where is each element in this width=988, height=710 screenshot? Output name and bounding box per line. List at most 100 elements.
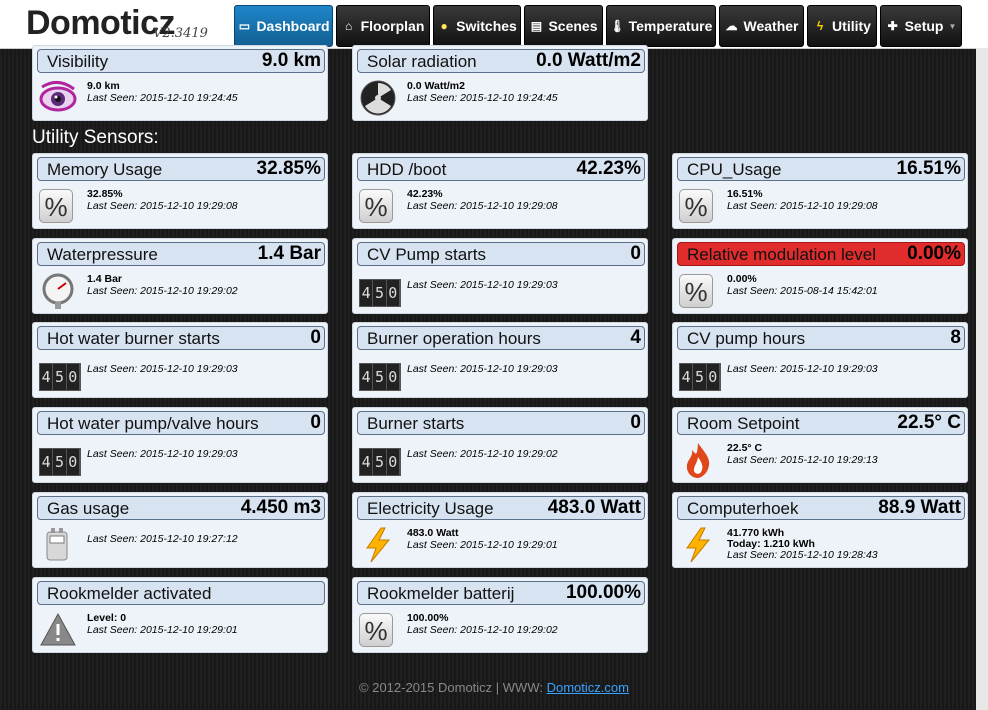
nav-scenes[interactable]: ▤ Scenes: [524, 5, 603, 47]
device-data: 0.00%: [727, 273, 757, 285]
nav-temperature[interactable]: 🌡 Temperature: [606, 5, 716, 47]
last-seen: Last Seen: 2015-12-10 19:29:03: [407, 279, 558, 291]
percent-icon: %: [359, 187, 397, 225]
last-seen: Last Seen: 2015-12-10 19:29:03: [727, 363, 878, 375]
card-header: Relative modulation level 0.00%: [677, 242, 965, 266]
device-value: 9.0 km: [261, 50, 321, 71]
card-header: Visibility 9.0 km: [37, 49, 325, 73]
card-header: Rookmelder batterij 100.00%: [357, 581, 645, 605]
device-data: Level: 0: [87, 612, 127, 624]
device-card[interactable]: Hot water burner starts 0 4 5 0 Last Seen: 20…: [32, 322, 328, 398]
counter-icon: 450: [679, 356, 721, 394]
device-card[interactable]: Memory Usage 32.85%% 32.85% Last Seen: 2015…: [32, 153, 328, 229]
tools-icon: ✚: [887, 19, 898, 33]
device-name: HDD /boot: [367, 160, 447, 179]
nav-dashboard[interactable]: ▭ Dashboard: [234, 5, 333, 47]
device-value: 0: [630, 243, 641, 264]
device-name: CV pump hours: [687, 329, 806, 348]
last-seen: Last Seen: 2015-12-10 19:27:12: [87, 533, 238, 545]
nav-floorplan[interactable]: ⌂ Floorplan: [336, 5, 430, 47]
last-seen: Last Seen: 2015-12-10 19:24:45: [87, 92, 238, 104]
device-data: 100.00%: [407, 612, 449, 624]
counter-icon: 450: [39, 356, 81, 394]
last-seen: Last Seen: 2015-12-10 19:29:02: [407, 624, 558, 636]
device-name: Hot water pump/valve hours: [47, 414, 259, 433]
device-data: 9.0 km: [87, 80, 120, 92]
last-seen: Last Seen: 2015-12-10 19:28:43: [727, 549, 878, 561]
footer: © 2012-2015 Domoticz | WWW: Domoticz.com: [359, 680, 629, 695]
card-header: CPU_Usage 16.51%: [677, 157, 965, 181]
device-value: 0: [310, 327, 321, 348]
lightning-icon: [359, 526, 397, 564]
device-card[interactable]: Electricity Usage 483.0 Watt 483.0 Watt Las…: [352, 492, 648, 568]
device-value: 1.4 Bar: [257, 243, 321, 264]
card-header: CV Pump starts 0: [357, 242, 645, 266]
device-value: 4: [630, 327, 641, 348]
device-data: 22.5° C: [727, 442, 763, 454]
device-card[interactable]: Rookmelder activated Level: 0 Last Seen: 2…: [32, 577, 328, 653]
device-name: Gas usage: [47, 499, 130, 518]
card-header: Room Setpoint 22.5° C: [677, 411, 965, 435]
card-header: Electricity Usage 483.0 Watt: [357, 496, 645, 520]
device-value: 483.0 Watt: [547, 497, 641, 518]
nav-weather[interactable]: ☁ Weather: [719, 5, 804, 47]
device-name: Hot water burner starts: [47, 329, 220, 348]
device-card[interactable]: Room Setpoint 22.5° C 22.5° C Last Seen: 20…: [672, 407, 968, 483]
device-value: 0: [630, 412, 641, 433]
percent-icon: %: [679, 187, 717, 225]
device-card[interactable]: Waterpressure 1.4 Bar 1.4 Bar Last Seen: 20…: [32, 238, 328, 314]
device-card[interactable]: Burner operation hours 4 4 5 0 Last Seen: 201…: [352, 322, 648, 398]
device-value: 42.23%: [576, 158, 641, 179]
flame-icon: [679, 441, 717, 479]
device-name: CV Pump starts: [367, 245, 487, 264]
device-name: Burner starts: [367, 414, 465, 433]
last-seen: Last Seen: 2015-12-10 19:29:13: [727, 454, 878, 466]
device-card[interactable]: Hot water pump/valve hours 0 4 5 0 Last Seen:…: [32, 407, 328, 483]
device-name: Memory Usage: [47, 160, 163, 179]
card-header: CV pump hours 8: [677, 326, 965, 350]
device-name: Solar radiation: [367, 52, 477, 71]
device-card[interactable]: HDD /boot 42.23%% 42.23% Last Seen: 2015-12…: [352, 153, 648, 229]
counter-icon: 450: [359, 272, 401, 310]
device-data: 1.4 Bar: [87, 273, 123, 285]
device-name: Visibility: [47, 52, 109, 71]
device-card[interactable]: CPU_Usage 16.51%% 16.51% Last Seen: 2015-12…: [672, 153, 968, 229]
floorplan-icon: ⌂: [344, 19, 353, 33]
percent-icon: %: [359, 611, 397, 649]
thermometer-icon: 🌡: [609, 19, 625, 33]
chevron-down-icon: ▼: [948, 21, 957, 31]
domoticz-link[interactable]: Domoticz.com: [547, 680, 629, 695]
percent-icon: %: [679, 272, 717, 310]
device-name: Electricity Usage: [367, 499, 494, 518]
last-seen: Last Seen: 2015-12-10 19:29:01: [87, 624, 238, 636]
lightbulb-icon: ●: [440, 19, 448, 33]
scenes-icon: ▤: [530, 19, 543, 33]
nav-utility[interactable]: ϟ Utility: [807, 5, 877, 47]
scrollbar[interactable]: [976, 48, 988, 710]
device-card-visibility[interactable]: Visibility 9.0 km 9.0 km Last Seen: 2015…: [32, 45, 328, 121]
last-seen: Last Seen: 2015-12-10 19:29:08: [727, 200, 878, 212]
card-header: Burner starts 0: [357, 411, 645, 435]
device-value: 8: [950, 327, 961, 348]
app-version: V2.3419: [153, 26, 208, 41]
device-card[interactable]: Rookmelder batterij 100.00%% 100.00% Last S…: [352, 577, 648, 653]
dashboard-icon: ▭: [238, 19, 251, 33]
device-card-solar-radiation[interactable]: Solar radiation 0.0 Watt/m2 0.0 Watt/m2 …: [352, 45, 648, 121]
device-data: 32.85%: [87, 188, 123, 200]
device-card[interactable]: Computerhoek 88.9 Watt 41.770 kWh Today: 1.…: [672, 492, 968, 568]
device-card[interactable]: Gas usage 4.450 m3 Last Seen: 2015-12-10 1…: [32, 492, 328, 568]
section-title-utility: Utility Sensors:: [32, 127, 159, 148]
device-card[interactable]: Relative modulation level 0.00%% 0.00% Last…: [672, 238, 968, 314]
eye-icon: [39, 79, 77, 117]
card-header: Burner operation hours 4: [357, 326, 645, 350]
lightning-icon: ϟ: [816, 19, 824, 33]
nav-switches[interactable]: ● Switches: [433, 5, 521, 47]
device-data: 483.0 Watt: [407, 527, 459, 539]
device-name: Computerhoek: [687, 499, 799, 518]
device-value: 16.51%: [896, 158, 961, 179]
device-card[interactable]: CV pump hours 8 4 5 0 Last Seen: 2015-12-10 1…: [672, 322, 968, 398]
last-seen: Last Seen: 2015-08-14 15:42:01: [727, 285, 878, 297]
device-card[interactable]: Burner starts 0 4 5 0 Last Seen: 2015-12-10 1…: [352, 407, 648, 483]
nav-setup[interactable]: ✚ Setup ▼: [880, 5, 962, 47]
device-card[interactable]: CV Pump starts 0 4 5 0 Last Seen: 2015-12-10 …: [352, 238, 648, 314]
